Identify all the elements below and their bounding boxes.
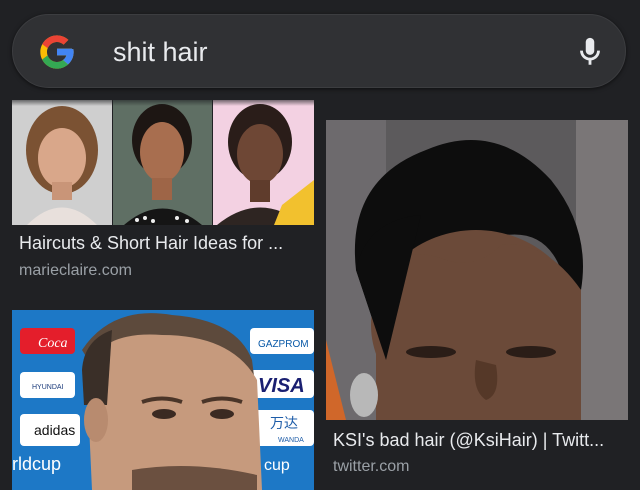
image-text: rldcup	[12, 454, 61, 474]
image-text: WANDA	[278, 437, 304, 444]
microphone-icon[interactable]	[573, 35, 607, 69]
image-result-card[interactable]: Haircuts & Short Hair Ideas for ... mari…	[12, 100, 314, 290]
result-title[interactable]: Haircuts & Short Hair Ideas for ...	[19, 233, 309, 254]
result-thumbnail[interactable]: Coca HYUNDAI adidas rldcup GAZPROM VISA …	[12, 310, 314, 490]
image-text: 万达	[270, 416, 298, 432]
image-text: Coca	[38, 336, 68, 351]
image-text: cup	[264, 457, 290, 474]
result-thumbnail[interactable]	[326, 120, 628, 420]
result-title[interactable]: KSI's bad hair (@KsiHair) | Twitt...	[333, 430, 625, 451]
result-source: marieclaire.com	[19, 262, 132, 279]
image-text: VISA	[258, 375, 305, 397]
image-text: adidas	[34, 422, 75, 438]
image-text: GAZPROM	[258, 339, 309, 350]
image-result-card[interactable]: KSI's bad hair (@KsiHair) | Twitt... twi…	[326, 120, 628, 490]
result-source: twitter.com	[333, 458, 410, 475]
scroll-fade	[0, 96, 640, 106]
search-bar[interactable]	[12, 14, 626, 88]
search-results-page: Haircuts & Short Hair Ideas for ... mari…	[0, 0, 640, 490]
search-input[interactable]	[113, 33, 533, 71]
image-result-card[interactable]: Coca HYUNDAI adidas rldcup GAZPROM VISA …	[12, 310, 314, 490]
google-g-icon[interactable]	[37, 32, 77, 72]
image-text: HYUNDAI	[32, 384, 64, 391]
result-thumbnail[interactable]	[12, 100, 314, 225]
